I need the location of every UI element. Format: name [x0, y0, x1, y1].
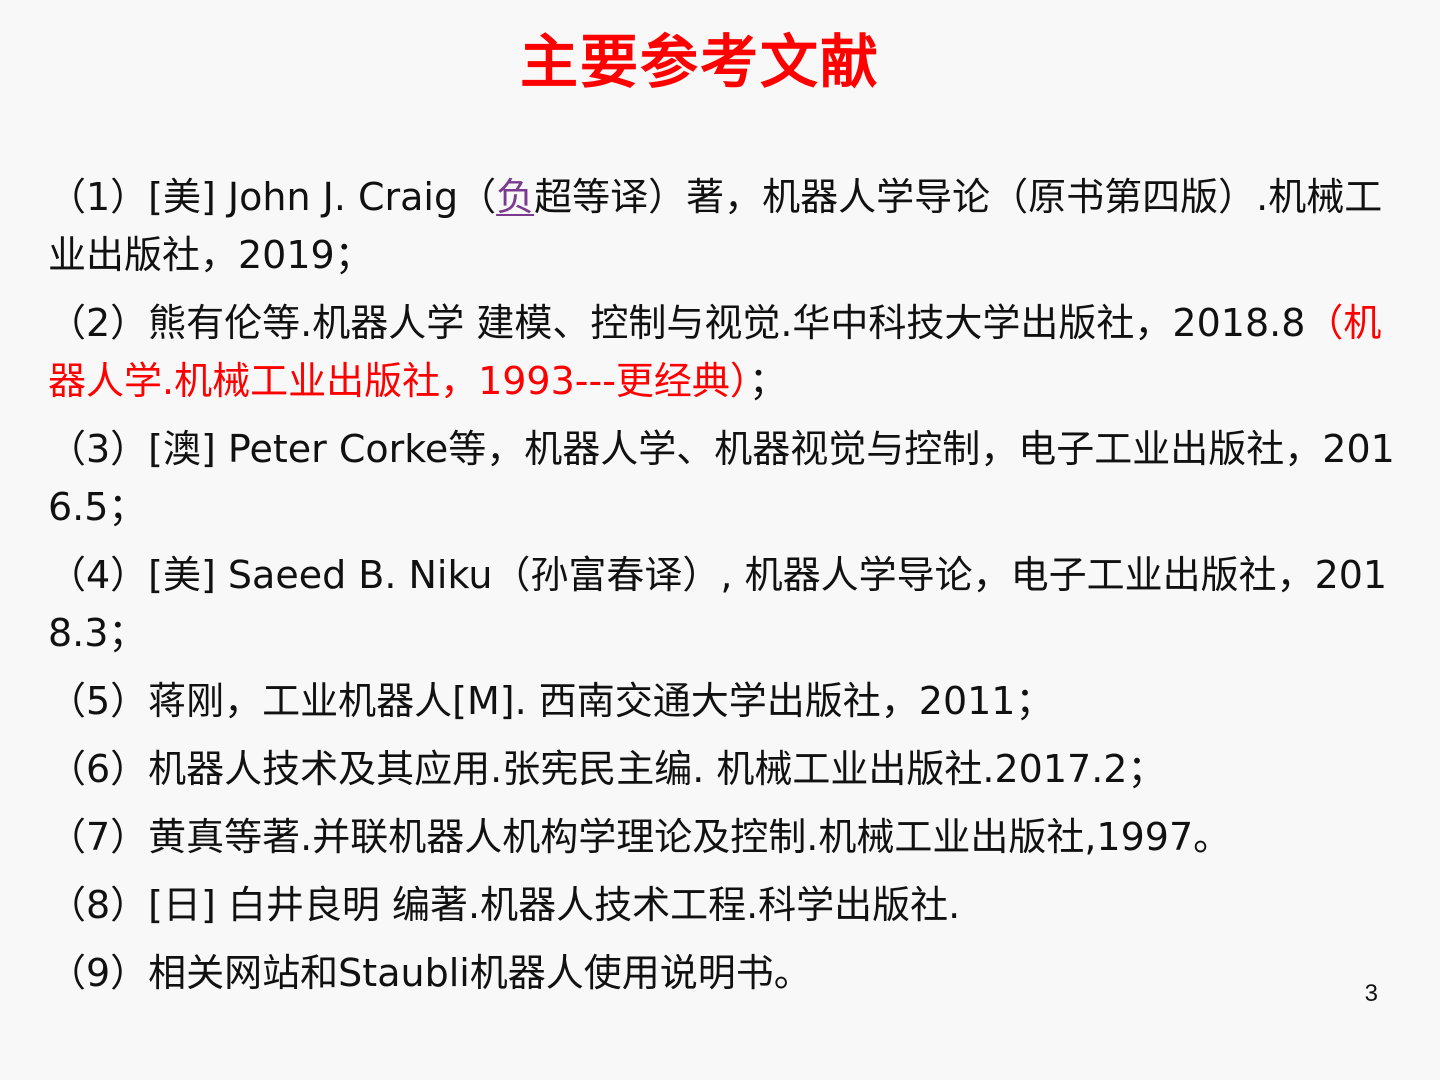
reference-item-3: （3）[澳] Peter Corke等，机器人学、机器视觉与控制，电子工业出版社… — [48, 427, 1395, 529]
translator-link[interactable]: 负 — [496, 175, 534, 219]
reference-item-6: （6）机器人技术及其应用.张宪民主编. 机械工业出版社.2017.2； — [48, 747, 1166, 791]
reference-item-8: （8）[日] 白井良明 编著.机器人技术工程.科学出版社. — [48, 883, 961, 927]
reference-list: （1）[美] John J. Craig（负超等译）著，机器人学导论（原书第四版… — [48, 168, 1398, 1012]
reference-1-text-start: （1）[美] John J. Craig（ — [48, 175, 497, 219]
reference-item-5: （5）蒋刚，工业机器人[M]. 西南交通大学出版社，2011； — [48, 679, 1054, 723]
reference-2-text-start: （2）熊有伦等.机器人学 建模、控制与视觉.华中科技大学出版社，2018.8 — [48, 301, 1306, 345]
slide-title: 主要参考文献 — [519, 28, 880, 96]
reference-item-4: （4）[美] Saeed B. Niku（孙富春译）, 机器人学导论，电子工业出… — [48, 553, 1388, 655]
reference-2-text-end: ； — [748, 359, 787, 403]
reference-item-1: （1）[美] John J. Craig（负超等译）著，机器人学导论（原书第四版… — [48, 168, 1398, 284]
reference-item-9: （9）相关网站和Staubli机器人使用说明书。 — [48, 951, 812, 995]
slide: 主要参考文献 （1）[美] John J. Craig（负超等译）著，机器人学导… — [0, 0, 1440, 1080]
reference-item-7: （7）黄真等著.并联机器人机构学理论及控制.机械工业出版社,1997。 — [48, 815, 1232, 859]
page-number: 3 — [1364, 980, 1378, 1007]
reference-item-2: （2）熊有伦等.机器人学 建模、控制与视觉.华中科技大学出版社，2018.8（机… — [48, 294, 1398, 410]
